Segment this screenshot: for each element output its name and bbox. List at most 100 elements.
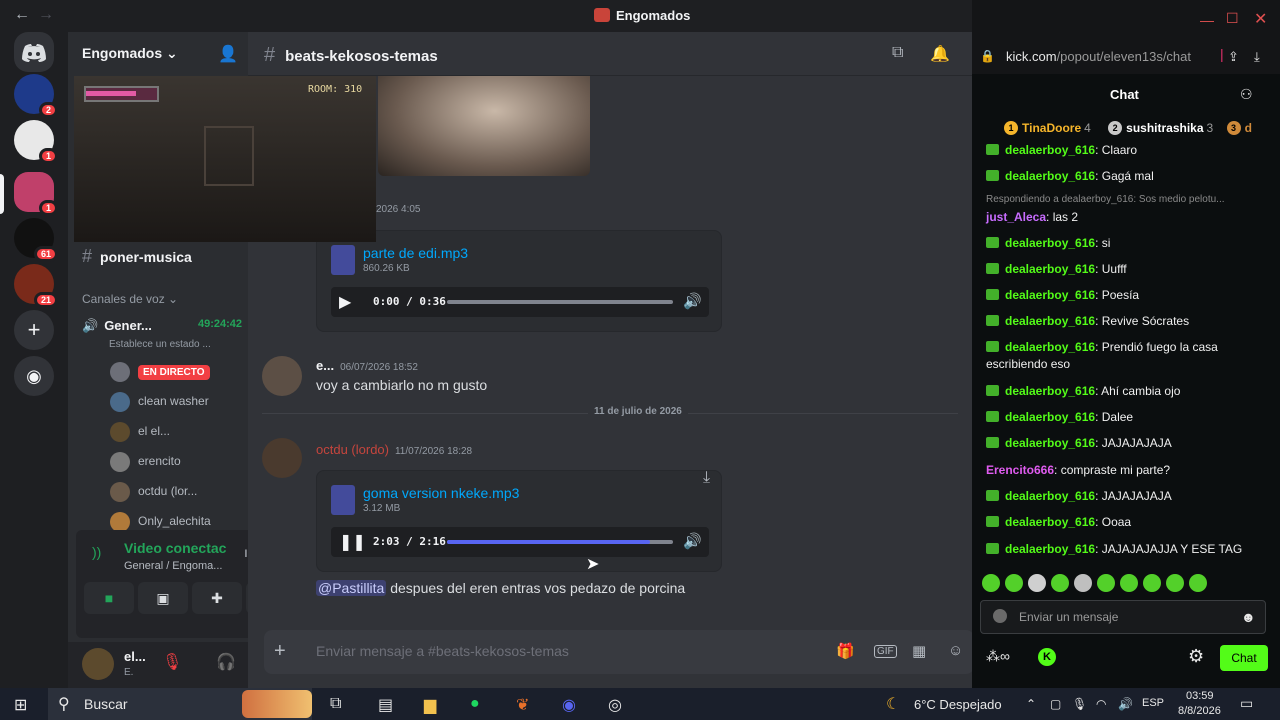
- chat-username[interactable]: dealaerboy_616: [1005, 340, 1095, 354]
- avatar[interactable]: [262, 356, 302, 396]
- volume-icon[interactable]: 🔊: [1118, 697, 1133, 711]
- emote-icon[interactable]: [982, 574, 1000, 592]
- user-mention[interactable]: @Pastillita: [316, 580, 387, 596]
- windows-start-icon[interactable]: ⊞: [14, 695, 27, 715]
- threads-icon[interactable]: ⧉: [892, 44, 903, 62]
- chevron-up-icon[interactable]: ⌃: [1026, 697, 1036, 711]
- activities-button[interactable]: ✚: [192, 582, 242, 614]
- mic-muted-icon[interactable]: 🎙: [162, 652, 182, 672]
- voice-channel-general[interactable]: 🔊 Gener... 49:24:42: [82, 318, 242, 334]
- invite-user-icon[interactable]: 👤: [218, 44, 238, 64]
- voice-status[interactable]: Establece un estado ...: [109, 339, 211, 350]
- gear-icon[interactable]: ⚙: [1188, 646, 1204, 667]
- spotify-icon[interactable]: ●: [470, 695, 480, 713]
- infinity-icon[interactable]: ⁂∞: [986, 648, 1010, 665]
- chat-username[interactable]: dealaerboy_616: [1005, 288, 1095, 302]
- author-name[interactable]: octdu (lordo): [316, 442, 389, 457]
- voice-user[interactable]: octdu (lor...: [110, 482, 197, 504]
- wifi-icon[interactable]: ◠: [1096, 697, 1106, 711]
- emoji-icon[interactable]: ☺: [948, 642, 963, 659]
- chat-username[interactable]: dealaerboy_616: [1005, 384, 1095, 398]
- camera-button[interactable]: ■: [84, 582, 134, 614]
- forward-arrow-icon[interactable]: →: [38, 6, 54, 24]
- emote-icon[interactable]: [1189, 574, 1207, 592]
- chat-username[interactable]: dealaerboy_616: [1005, 489, 1095, 503]
- emoji-icon[interactable]: ☻: [1241, 609, 1256, 625]
- attachment-filename[interactable]: goma version nkeke.mp3: [363, 485, 519, 501]
- tray-app-icon[interactable]: ▢: [1050, 697, 1061, 711]
- attachment-filename[interactable]: parte de edi.mp3: [363, 245, 468, 261]
- microphone-icon[interactable]: 🎙: [1072, 697, 1087, 711]
- screen-share-button[interactable]: ▣: [138, 582, 188, 614]
- close-icon[interactable]: ✕: [1254, 9, 1267, 29]
- avatar[interactable]: [262, 438, 302, 478]
- extension-icon[interactable]: |: [1220, 46, 1224, 62]
- discord-home-icon[interactable]: [14, 32, 54, 72]
- maximize-icon[interactable]: ☐: [1226, 10, 1239, 27]
- server-name-header[interactable]: Engomados ⌄: [82, 45, 178, 62]
- chat-username[interactable]: Erencito666: [986, 463, 1054, 477]
- progress-slider[interactable]: [447, 300, 673, 304]
- stream-preview[interactable]: ROOM: 310: [74, 76, 376, 242]
- download-icon[interactable]: ⤓: [703, 469, 710, 487]
- author-name[interactable]: e...: [316, 358, 334, 373]
- chat-username[interactable]: dealaerboy_616: [1005, 410, 1095, 424]
- emote-icon[interactable]: [1097, 574, 1115, 592]
- message-input[interactable]: Enviar mensaje a #beats-kekosos-temas: [316, 643, 569, 659]
- sticker-icon[interactable]: ▦: [912, 642, 926, 660]
- chat-username[interactable]: dealaerboy_616: [1005, 262, 1095, 276]
- chat-username[interactable]: dealaerboy_616: [1005, 314, 1095, 328]
- voice-user[interactable]: EN DIRECTO: [110, 362, 210, 384]
- back-arrow-icon[interactable]: ←: [14, 6, 30, 24]
- chat-username[interactable]: just_Aleca: [986, 210, 1046, 224]
- chat-username[interactable]: dealaerboy_616: [1005, 169, 1095, 183]
- download-icon[interactable]: ⤓: [1254, 49, 1260, 65]
- notifications-icon[interactable]: ▭: [1240, 695, 1253, 712]
- voice-user[interactable]: el el...: [110, 422, 170, 444]
- emote-icon[interactable]: [1143, 574, 1161, 592]
- channel-poner-musica[interactable]: # poner-musica: [82, 246, 192, 267]
- language-indicator[interactable]: ESP: [1142, 697, 1164, 709]
- avatar[interactable]: [82, 648, 114, 680]
- pause-icon[interactable]: ❚❚: [339, 532, 366, 552]
- voice-connected-subtitle[interactable]: General / Engoma...: [124, 560, 222, 572]
- address-bar[interactable]: 🔒 kick.com/popout/eleven13s/chat | ⇪ ⤓: [972, 40, 1280, 74]
- voice-category[interactable]: Canales de voz ⌄: [82, 292, 178, 306]
- discover-icon[interactable]: ◉: [14, 356, 54, 396]
- server-icon[interactable]: 1: [14, 120, 58, 164]
- gif-icon[interactable]: GIF: [874, 645, 897, 658]
- server-icon[interactable]: 2: [14, 74, 58, 118]
- emote-icon[interactable]: [1005, 574, 1023, 592]
- send-chat-button[interactable]: Chat: [1220, 645, 1268, 671]
- image-attachment[interactable]: [378, 76, 590, 176]
- message-composer[interactable]: + Enviar mensaje a #beats-kekosos-temas …: [264, 630, 974, 674]
- chat-username[interactable]: dealaerboy_616: [1005, 542, 1095, 556]
- chat-username[interactable]: dealaerboy_616: [1005, 236, 1095, 250]
- emote-icon[interactable]: [1120, 574, 1138, 592]
- fl-studio-icon[interactable]: ❦: [516, 695, 529, 715]
- clock-date[interactable]: 8/8/2026: [1178, 705, 1221, 717]
- chat-username[interactable]: dealaerboy_616: [1005, 515, 1095, 529]
- chat-username[interactable]: dealaerboy_616: [1005, 143, 1095, 157]
- emote-icon[interactable]: [1051, 574, 1069, 592]
- file-explorer-icon[interactable]: ▆: [424, 695, 436, 715]
- progress-slider[interactable]: [447, 540, 673, 544]
- server-icon[interactable]: 61: [14, 218, 58, 262]
- volume-icon[interactable]: 🔊: [683, 292, 702, 310]
- task-view-icon[interactable]: ⧉: [330, 695, 341, 713]
- users-icon[interactable]: ⚇: [1240, 86, 1253, 103]
- url-text[interactable]: kick.com/popout/eleven13s/chat: [1006, 49, 1191, 64]
- server-icon[interactable]: 21: [14, 264, 58, 308]
- taskbar-search[interactable]: ⚲ Buscar: [48, 688, 312, 720]
- voice-user[interactable]: clean washer: [110, 392, 209, 414]
- chat-username[interactable]: dealaerboy_616: [1005, 436, 1095, 450]
- deafen-icon[interactable]: 🎧: [216, 652, 236, 672]
- voice-user[interactable]: erencito: [110, 452, 181, 474]
- volume-icon[interactable]: 🔊: [683, 532, 702, 550]
- play-icon[interactable]: ▶: [339, 292, 351, 312]
- kick-logo-icon[interactable]: K: [1038, 648, 1056, 666]
- add-attachment-icon[interactable]: +: [274, 640, 286, 663]
- add-server-icon[interactable]: +: [14, 310, 54, 350]
- discord-icon[interactable]: ◉: [562, 695, 576, 715]
- chat-input[interactable]: Enviar un mensaje ☻: [980, 600, 1266, 634]
